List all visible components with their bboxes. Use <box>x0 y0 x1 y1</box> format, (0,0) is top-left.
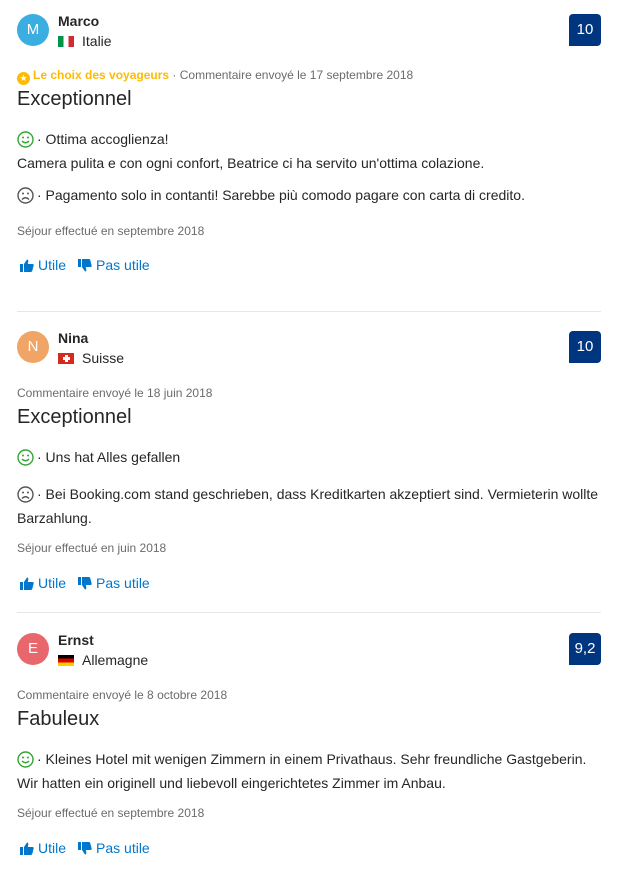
positive-comment: · Ottima accoglienza! Camera pulita e co… <box>17 129 601 173</box>
negative-text: · Pagamento solo in contanti! Sarebbe pi… <box>37 187 525 203</box>
reviewer-name: Ernst <box>58 632 94 648</box>
switzerland-flag-icon <box>58 352 74 364</box>
travellers-choice-label: Le choix des voyageurs <box>33 68 170 82</box>
thumbs-down-icon <box>78 841 92 854</box>
divider <box>17 612 601 613</box>
smiley-sad-icon <box>17 187 34 209</box>
score-badge: 9,2 <box>569 633 601 665</box>
helpful-button[interactable]: Utile <box>20 840 66 856</box>
avatar: E <box>17 633 49 665</box>
reviewer-country: Suisse <box>58 350 124 366</box>
star-icon: ★ <box>17 72 30 85</box>
italy-flag-icon <box>58 35 74 47</box>
review-title: Fabuleux <box>17 708 100 730</box>
thumbs-down-icon <box>78 258 92 271</box>
thumbs-up-icon <box>20 259 34 272</box>
negative-text: · Bei Booking.com stand geschrieben, das… <box>17 486 599 526</box>
not-helpful-button[interactable]: Pas utile <box>78 257 150 273</box>
not-helpful-button[interactable]: Pas utile <box>78 575 150 591</box>
not-helpful-button[interactable]: Pas utile <box>78 840 150 856</box>
review-actions: Utile Pas utile <box>20 257 162 273</box>
negative-comment: · Pagamento solo in contanti! Sarebbe pi… <box>17 185 601 209</box>
stay-date: Séjour effectué en septembre 2018 <box>17 224 205 238</box>
positive-text: · Uns hat Alles gefallen <box>37 449 181 465</box>
positive-text: · Ottima accoglienza! Camera pulita e co… <box>17 131 485 171</box>
thumbs-up-icon <box>20 842 34 855</box>
thumbs-down-icon <box>78 576 92 589</box>
reviewer-name: Marco <box>58 13 100 29</box>
review-actions: Utile Pas utile <box>20 575 162 591</box>
country-label: Italie <box>82 33 112 49</box>
score-badge: 10 <box>569 14 601 46</box>
positive-comment: · Kleines Hotel mit wenigen Zimmern in e… <box>17 749 601 793</box>
review-title: Exceptionnel <box>17 406 132 428</box>
review-date: Commentaire envoyé le 8 octobre 2018 <box>17 688 228 702</box>
stay-date: Séjour effectué en juin 2018 <box>17 541 167 555</box>
smiley-sad-icon <box>17 486 34 508</box>
positive-comment: · Uns hat Alles gefallen <box>17 447 601 471</box>
stay-date: Séjour effectué en septembre 2018 <box>17 806 205 820</box>
negative-comment: · Bei Booking.com stand geschrieben, das… <box>17 484 601 528</box>
review-actions: Utile Pas utile <box>20 840 162 856</box>
review-date: Commentaire envoyé le 18 juin 2018 <box>17 386 213 400</box>
reviewer-country: Italie <box>58 33 112 49</box>
positive-text: · Kleines Hotel mit wenigen Zimmern in e… <box>17 751 587 791</box>
review-title: Exceptionnel <box>17 88 132 110</box>
not-helpful-label: Pas utile <box>96 575 150 591</box>
helpful-label: Utile <box>38 575 67 591</box>
germany-flag-icon <box>58 654 74 666</box>
helpful-button[interactable]: Utile <box>20 257 66 273</box>
avatar: N <box>17 331 49 363</box>
review-date: · Commentaire envoyé le 17 septembre 201… <box>172 68 414 82</box>
helpful-label: Utile <box>38 257 67 273</box>
smiley-happy-icon <box>17 751 34 773</box>
not-helpful-label: Pas utile <box>96 840 150 856</box>
reviewer-name: Nina <box>58 330 89 346</box>
score-badge: 10 <box>569 331 601 363</box>
helpful-button[interactable]: Utile <box>20 575 66 591</box>
review-meta: ★ Le choix des voyageurs · Commentaire en… <box>17 68 413 85</box>
divider <box>17 311 601 312</box>
smiley-happy-icon <box>17 449 34 471</box>
country-label: Suisse <box>82 350 125 366</box>
smiley-happy-icon <box>17 131 34 153</box>
not-helpful-label: Pas utile <box>96 257 150 273</box>
thumbs-up-icon <box>20 577 34 590</box>
helpful-label: Utile <box>38 840 67 856</box>
reviewer-country: Allemagne <box>58 652 148 668</box>
country-label: Allemagne <box>82 652 149 668</box>
avatar: M <box>17 14 49 46</box>
